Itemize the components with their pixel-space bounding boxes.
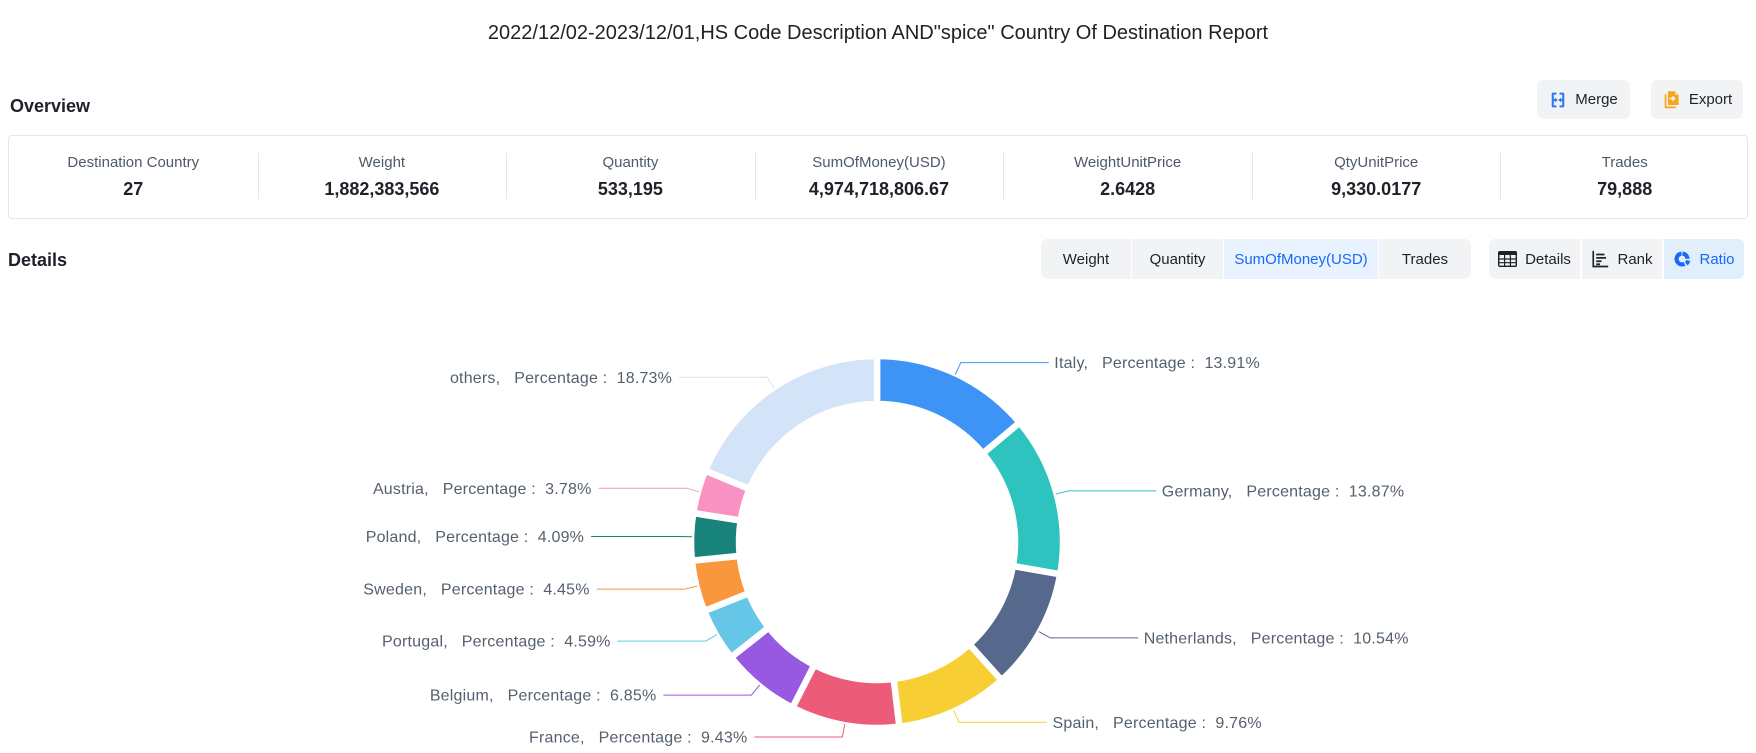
svg-text:Spain, Percentage : 9.76%: Spain, Percentage : 9.76%	[1053, 715, 1262, 732]
svg-text:Germany, Percentage : 13.87: Germany, Percentage : 13.87%	[1162, 484, 1404, 501]
svg-text:others, Percentage : 18.73%: others, Percentage : 18.73%	[450, 370, 672, 387]
svg-text:Sweden, Percentage : 4.45%: Sweden, Percentage : 4.45%	[363, 582, 589, 599]
svg-text:Austria, Percentage : 3.78%: Austria, Percentage : 3.78%	[373, 481, 592, 498]
svg-text:Poland, Percentage : 4.09%: Poland, Percentage : 4.09%	[366, 529, 584, 546]
svg-text:Portugal, Percentage : 4.59: Portugal, Percentage : 4.59%	[382, 634, 611, 651]
svg-text:Italy, Percentage : 13.91%: Italy, Percentage : 13.91%	[1054, 355, 1260, 372]
svg-text:Netherlands, Percentage : 1: Netherlands, Percentage : 10.54%	[1144, 631, 1409, 648]
svg-text:France, Percentage : 9.43%: France, Percentage : 9.43%	[529, 730, 747, 747]
svg-text:Belgium, Percentage : 6.85%: Belgium, Percentage : 6.85%	[430, 688, 657, 705]
